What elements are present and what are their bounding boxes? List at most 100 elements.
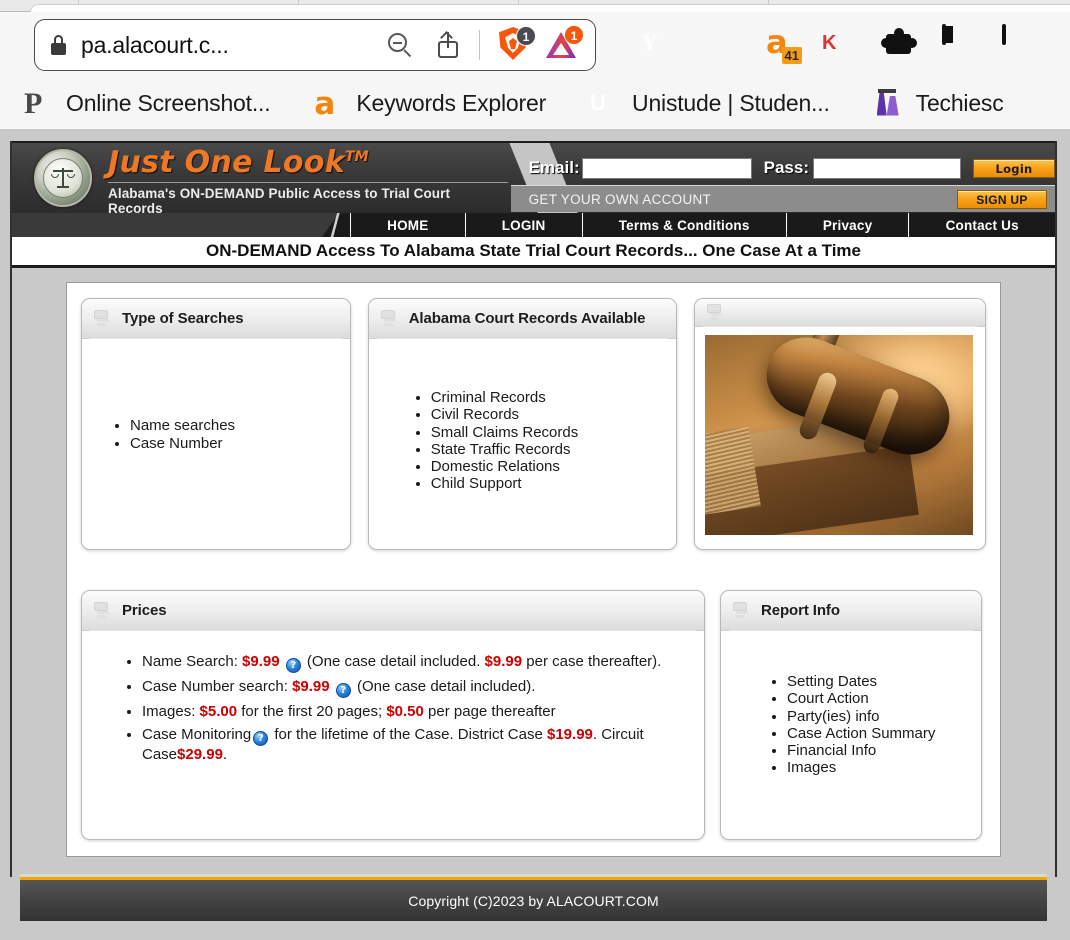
panel-gavel-image <box>694 298 986 550</box>
site-header: Just One LookTM Alabama's ON-DEMAND Publ… <box>12 141 1055 213</box>
gavel-photo <box>705 335 974 535</box>
bookmark-label: Techiesc <box>915 90 1004 116</box>
bookmark-keywords-explorer[interactable]: a Keywords Explorer <box>314 88 546 120</box>
panel-collapse-icon[interactable] <box>733 601 752 620</box>
price-amount: $9.99 <box>242 653 280 670</box>
list-item: Party(ies) info <box>787 708 967 725</box>
password-field[interactable] <box>813 157 961 179</box>
records-list: Criminal Records Civil Records Small Cla… <box>397 389 663 493</box>
price-amount: $5.00 <box>199 703 238 720</box>
active-tab[interactable] <box>30 4 1070 12</box>
nav-terms[interactable]: Terms & Conditions <box>581 213 786 237</box>
panel-title: Prices <box>122 602 167 619</box>
bookmark-techiesc[interactable]: Techiesc <box>874 88 1004 120</box>
login-button[interactable]: Login <box>973 158 1055 178</box>
list-item: Small Claims Records <box>431 424 663 441</box>
bookmark-label: Unistude | Studen... <box>632 90 830 116</box>
panel-title: Alabama Court Records Available <box>408 310 646 327</box>
list-item: Case Action Summary <box>787 725 967 742</box>
login-row: Email: Pass: Login <box>529 143 1055 185</box>
panel-header: Report Info <box>721 591 981 631</box>
bookmark-label: Keywords Explorer <box>356 90 547 116</box>
price-case-number-search: Case Number search: $9.99 ? (One case de… <box>142 678 686 698</box>
brand-block[interactable]: Just One LookTM Alabama's ON-DEMAND Publ… <box>12 143 511 213</box>
help-icon[interactable]: ? <box>335 683 351 698</box>
nav-left-fill <box>12 213 322 237</box>
panel-body: Setting Dates Court Action Party(ies) in… <box>721 631 981 839</box>
panel-header <box>695 299 985 327</box>
panel-collapse-icon[interactable] <box>94 601 113 620</box>
list-item: Civil Records <box>431 406 663 423</box>
searches-list: Name searches Case Number <box>96 417 336 452</box>
panel-collapse-icon[interactable] <box>94 309 113 328</box>
brave-shields-badge: 1 <box>516 26 536 46</box>
extension-tray: a 41 <box>642 24 1040 64</box>
bookmarks-bar: P Online Screenshot... a Keywords Explor… <box>0 78 1070 130</box>
price-name-search: Name Search: $9.99 ? (One case detail in… <box>142 653 686 673</box>
brave-shields-icon[interactable]: 1 <box>497 26 536 63</box>
brand-text: Just One LookTM Alabama's ON-DEMAND Publ… <box>108 143 508 213</box>
ahrefs-extension-icon[interactable]: a 41 <box>762 26 802 64</box>
techiesc-icon <box>874 88 904 120</box>
site-footer: Copyright (C)2023 by ALACOURT.COM <box>20 874 1047 921</box>
adblock-badge: 1 <box>564 25 584 45</box>
help-icon[interactable]: ? <box>253 731 269 746</box>
dewey-extension-icon[interactable] <box>702 26 740 64</box>
get-account-text: GET YOUR OWN ACCOUNT <box>528 191 712 207</box>
trademark-mark: TM <box>345 148 369 165</box>
state-seal-scales-icon <box>34 149 92 207</box>
site-container: Just One LookTM Alabama's ON-DEMAND Publ… <box>10 141 1057 877</box>
signup-button[interactable]: SIGN UP <box>957 189 1047 209</box>
panel-header: Prices <box>82 591 704 631</box>
tab-strip[interactable] <box>0 0 1070 12</box>
help-icon[interactable]: ? <box>285 658 301 673</box>
adblock-icon[interactable]: 1 <box>545 25 584 63</box>
report-list: Setting Dates Court Action Party(ies) in… <box>753 673 967 777</box>
address-bar[interactable]: pa.alacourt.c... 1 1 <box>34 19 596 71</box>
nav-home[interactable]: HOME <box>350 213 465 237</box>
site-title-text: Just One Look <box>108 144 346 180</box>
list-item: Images <box>787 759 967 776</box>
list-item: Child Support <box>431 475 663 492</box>
lock-icon <box>49 34 69 56</box>
keywords-extension-icon[interactable] <box>822 26 860 64</box>
nav-slash-divider <box>322 213 350 237</box>
panel-collapse-icon[interactable] <box>380 309 400 328</box>
list-item: Name searches <box>130 417 336 435</box>
site-subtitle: Alabama's ON-DEMAND Public Access to Tri… <box>108 181 508 213</box>
panel-title: Report Info <box>761 602 840 619</box>
panel-header: Alabama Court Records Available <box>368 299 677 339</box>
list-item: Setting Dates <box>787 673 967 690</box>
browser-toolbar: pa.alacourt.c... 1 1 a 41 <box>0 12 1070 78</box>
pass-label: Pass: <box>763 158 809 177</box>
bookmark-online-screenshot[interactable]: P Online Screenshot... <box>24 87 271 120</box>
panel-body: Criminal Records Civil Records Small Cla… <box>368 339 677 549</box>
list-item: Case Number <box>130 435 336 453</box>
zoom-out-icon[interactable] <box>385 30 415 60</box>
list-item: Domestic Relations <box>431 458 663 475</box>
bookmark-unistude[interactable]: Unistude | Studen... <box>590 88 830 120</box>
nav-privacy[interactable]: Privacy <box>785 213 909 237</box>
account-row: GET YOUR OWN ACCOUNT SIGN UP <box>510 185 1055 212</box>
share-icon[interactable] <box>435 30 461 60</box>
price-amount: $19.99 <box>547 726 593 743</box>
email-label: Email: <box>528 158 580 177</box>
main-navigation: HOME LOGIN Terms & Conditions Privacy Co… <box>12 213 1055 237</box>
bookmark-label: Online Screenshot... <box>66 90 271 116</box>
email-field[interactable] <box>581 157 752 179</box>
login-zone: Email: Pass: Login GET YOUR OWN ACCOUNT … <box>510 143 1055 213</box>
panel-collapse-icon[interactable] <box>707 303 726 322</box>
copyright-text: Copyright (C)2023 by ALACOURT.COM <box>408 892 659 909</box>
list-item: Criminal Records <box>431 389 663 406</box>
content-wrapper: Type of Searches Name searches Case Numb… <box>12 268 1055 857</box>
sidebar-toggle-icon[interactable] <box>942 24 980 64</box>
toolbar-divider <box>479 30 480 60</box>
extensions-puzzle-icon[interactable] <box>881 26 920 64</box>
nav-login[interactable]: LOGIN <box>464 213 582 237</box>
reading-list-icon[interactable] <box>1002 24 1040 64</box>
list-item: Court Action <box>787 690 967 707</box>
nav-contact[interactable]: Contact Us <box>908 213 1055 237</box>
ahrefs-icon: a <box>314 85 336 122</box>
url-text: pa.alacourt.c... <box>81 31 229 58</box>
yandex-extension-icon[interactable] <box>642 26 680 64</box>
